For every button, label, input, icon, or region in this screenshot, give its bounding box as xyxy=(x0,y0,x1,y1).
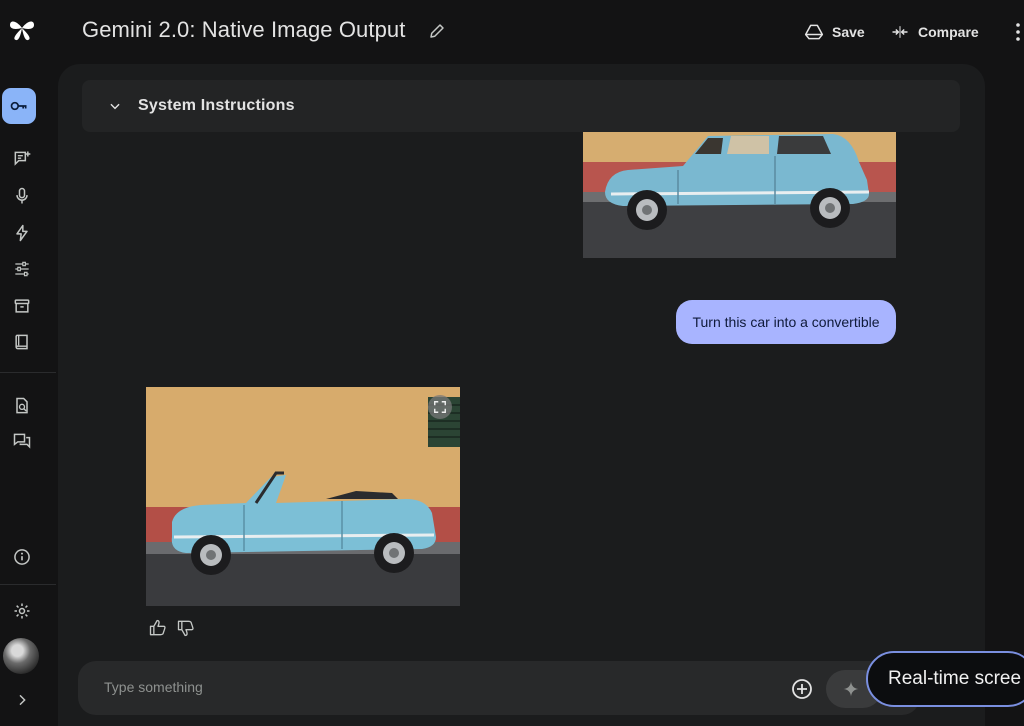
add-media-button[interactable] xyxy=(790,677,814,701)
bolt-icon xyxy=(16,224,28,242)
app-logo-icon[interactable] xyxy=(6,12,38,44)
edit-title-button[interactable] xyxy=(428,22,446,40)
save-label: Save xyxy=(832,24,865,40)
expand-rail-button[interactable] xyxy=(6,684,38,716)
prompt-gallery-button[interactable] xyxy=(6,390,38,422)
forum-icon xyxy=(13,433,31,449)
starter-apps-button[interactable] xyxy=(6,217,38,249)
chevron-down-icon xyxy=(110,103,120,110)
more-vert-icon xyxy=(1016,23,1020,41)
chevron-right-icon xyxy=(19,694,26,706)
user-message-bubble: Turn this car into a convertible xyxy=(676,300,896,344)
save-button[interactable]: Save xyxy=(804,18,865,46)
new-chat-button[interactable] xyxy=(6,143,38,175)
gear-icon xyxy=(14,603,30,619)
info-icon xyxy=(14,549,30,565)
uploaded-car-image[interactable] xyxy=(583,132,896,258)
more-options-button[interactable] xyxy=(1012,20,1024,44)
thumbs-down-icon xyxy=(177,620,194,637)
generated-convertible-image[interactable] xyxy=(146,387,460,606)
thumbs-down-button[interactable] xyxy=(176,618,198,640)
get-api-key-button[interactable] xyxy=(2,88,36,124)
compare-label: Compare xyxy=(918,24,979,40)
settings-button[interactable] xyxy=(6,595,38,627)
docs-button[interactable] xyxy=(6,326,38,358)
doc-search-icon xyxy=(16,397,28,414)
system-instructions-toggle[interactable]: System Instructions xyxy=(82,80,960,132)
fullscreen-icon xyxy=(434,401,446,413)
add-circle-icon xyxy=(792,679,812,699)
library-button[interactable] xyxy=(6,290,38,322)
left-rail xyxy=(0,0,56,726)
realtime-screen-pill[interactable]: Real-time scree xyxy=(866,651,1024,707)
compare-arrows-icon xyxy=(892,26,908,38)
page-title[interactable]: Gemini 2.0: Native Image Output xyxy=(82,17,405,43)
info-button[interactable] xyxy=(6,541,38,573)
sparkle-icon xyxy=(843,681,859,697)
chat-add-icon xyxy=(14,151,31,166)
drive-icon xyxy=(804,24,824,40)
compare-button[interactable]: Compare xyxy=(890,18,979,46)
tune-button[interactable] xyxy=(6,253,38,285)
mic-icon xyxy=(16,187,28,204)
avatar[interactable] xyxy=(3,638,39,674)
prompt-input[interactable] xyxy=(102,678,746,696)
stream-button[interactable] xyxy=(6,180,38,212)
archive-icon xyxy=(14,299,30,313)
feedback-button[interactable] xyxy=(6,425,38,457)
rail-divider-bottom xyxy=(0,584,56,585)
pencil-icon xyxy=(430,24,444,38)
book-icon xyxy=(15,334,28,350)
tune-icon xyxy=(15,261,29,277)
fullscreen-button[interactable] xyxy=(428,395,452,419)
key-icon xyxy=(10,101,27,111)
system-instructions-label: System Instructions xyxy=(138,97,295,114)
thumbs-up-icon xyxy=(149,619,166,636)
rail-divider xyxy=(0,372,56,373)
thumbs-up-button[interactable] xyxy=(148,618,170,640)
